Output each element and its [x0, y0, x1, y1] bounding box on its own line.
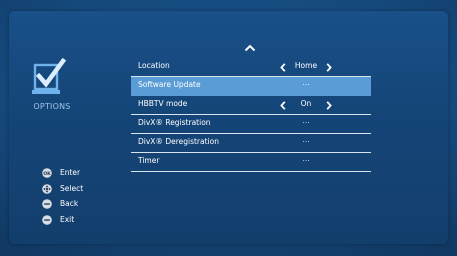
- remote-legend: OK Enter Select Back Exit: [42, 166, 122, 228]
- legend-label: Select: [60, 183, 84, 193]
- menu-item-label: Software Update: [138, 80, 201, 89]
- chevron-up-icon[interactable]: [244, 44, 256, 52]
- chevron-left-icon[interactable]: [280, 63, 286, 72]
- menu-item-value: ...: [302, 135, 310, 144]
- chevron-right-icon[interactable]: [326, 63, 332, 72]
- legend-item-enter: OK Enter: [42, 166, 122, 182]
- legend-label: Exit: [60, 214, 75, 224]
- menu-item-value: On: [300, 99, 312, 108]
- menu-item-timer[interactable]: Timer ...: [131, 153, 371, 172]
- menu-item-label: DivX® Registration: [138, 118, 211, 127]
- menu-item-software-update[interactable]: Software Update ...: [131, 77, 371, 96]
- legend-item-back: Back: [42, 197, 122, 213]
- options-menu: Location Home Software Update ... HBBTV …: [131, 58, 371, 172]
- back-button-icon: [42, 199, 52, 209]
- dpad-button-icon: [42, 183, 52, 194]
- menu-item-value: ...: [302, 78, 310, 87]
- legend-label: Back: [60, 199, 79, 208]
- exit-button-icon: [42, 214, 52, 225]
- legend-label: Enter: [60, 168, 81, 177]
- ok-button-icon: OK: [42, 168, 52, 178]
- menu-item-value: Home: [294, 61, 318, 70]
- legend-item-select: Select: [42, 182, 122, 198]
- menu-item-value: ...: [302, 116, 310, 125]
- menu-item-location[interactable]: Location Home: [131, 58, 371, 77]
- menu-item-divx-deregistration[interactable]: DivX® Deregistration ...: [131, 134, 371, 153]
- menu-item-label: HBBTV mode: [138, 99, 188, 108]
- svg-text:OK: OK: [43, 171, 51, 177]
- menu-item-label: Timer: [138, 156, 160, 165]
- options-title: OPTIONS: [33, 102, 71, 111]
- tv-screen: OPTIONS Location Home Software Update ..…: [0, 0, 457, 256]
- menu-item-hbbtv-mode[interactable]: HBBTV mode On: [131, 96, 371, 115]
- checklist-icon: [32, 58, 67, 94]
- menu-item-value: ...: [302, 154, 310, 163]
- legend-item-exit: Exit: [42, 213, 122, 229]
- menu-item-label: DivX® Deregistration: [138, 137, 219, 146]
- chevron-left-icon[interactable]: [280, 101, 286, 110]
- menu-item-divx-registration[interactable]: DivX® Registration ...: [131, 115, 371, 134]
- chevron-right-icon[interactable]: [326, 101, 332, 110]
- menu-item-label: Location: [138, 61, 170, 70]
